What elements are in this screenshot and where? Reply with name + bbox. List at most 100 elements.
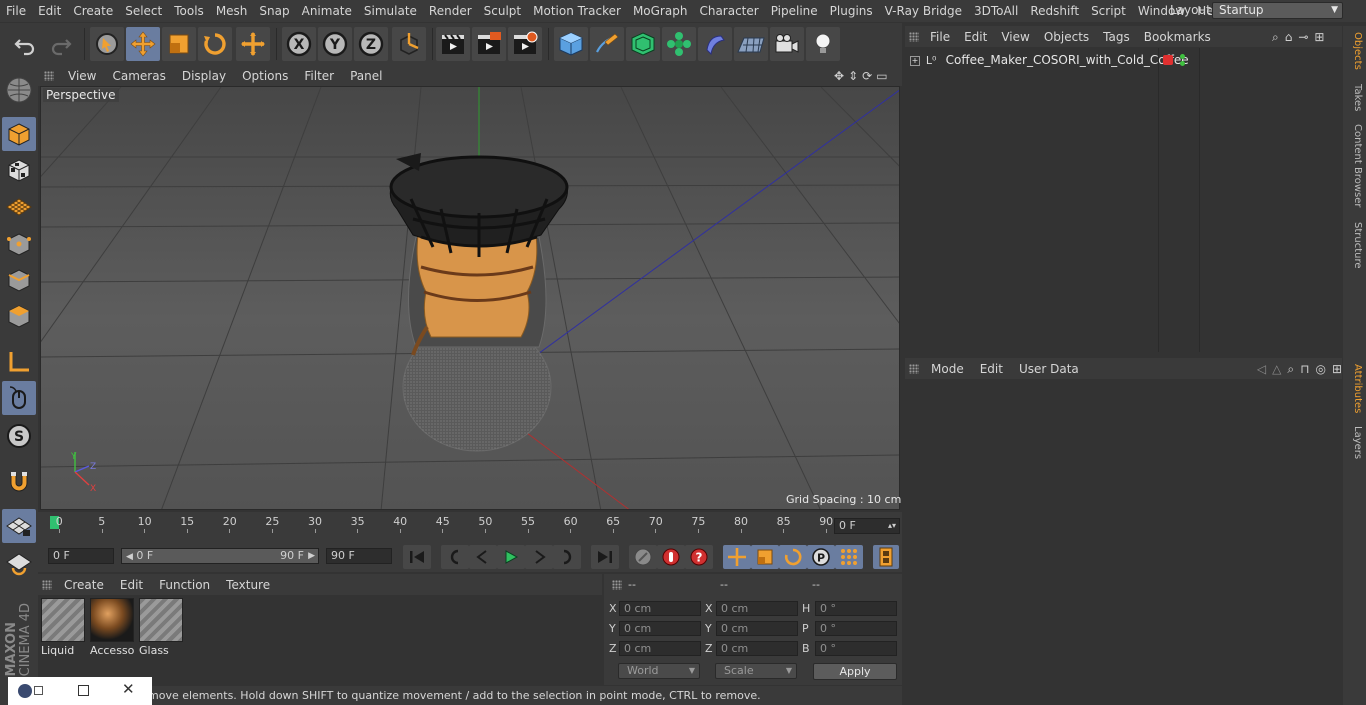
size-x-field[interactable]: 0 cm bbox=[716, 601, 798, 616]
key-pla-button[interactable] bbox=[835, 545, 863, 569]
viewport-menu-filter[interactable]: Filter bbox=[296, 69, 342, 83]
menu-mograph[interactable]: MoGraph bbox=[627, 0, 694, 22]
camera-button[interactable] bbox=[770, 27, 804, 61]
dolly-icon[interactable]: ⇕ bbox=[848, 69, 858, 83]
viewport-menu-panel[interactable]: Panel bbox=[342, 69, 390, 83]
cube-object-button[interactable] bbox=[554, 27, 588, 61]
pan-icon[interactable]: ✥ bbox=[834, 69, 844, 83]
next-keyframe-button[interactable] bbox=[553, 545, 581, 569]
key-parameter-button[interactable]: P bbox=[807, 545, 835, 569]
axis-x-button[interactable]: X bbox=[282, 27, 316, 61]
live-selection-button[interactable] bbox=[90, 27, 124, 61]
workplane-mode-button[interactable] bbox=[2, 189, 36, 223]
editor-visibility-dot[interactable] bbox=[1180, 54, 1185, 59]
points-mode-button[interactable] bbox=[2, 227, 36, 261]
goto-end-button[interactable] bbox=[591, 545, 619, 569]
make-editable-button[interactable] bbox=[2, 73, 36, 107]
rotation-h-field[interactable]: 0 ° bbox=[815, 601, 897, 616]
menu-vray-bridge[interactable]: V-Ray Bridge bbox=[879, 0, 968, 22]
tab-layers[interactable]: Layers bbox=[1346, 426, 1363, 459]
objects-menu-file[interactable]: File bbox=[923, 30, 957, 44]
menu-render[interactable]: Render bbox=[423, 0, 478, 22]
polygons-mode-button[interactable] bbox=[2, 299, 36, 333]
attributes-menu-edit[interactable]: Edit bbox=[972, 362, 1011, 376]
tab-content-browser[interactable]: Content Browser bbox=[1346, 124, 1363, 207]
axis-y-button[interactable]: Y bbox=[318, 27, 352, 61]
floor-button[interactable] bbox=[734, 27, 768, 61]
texture-mode-button[interactable] bbox=[2, 153, 36, 187]
play-button[interactable] bbox=[497, 545, 525, 569]
objects-menu-bookmarks[interactable]: Bookmarks bbox=[1137, 30, 1218, 44]
model-mode-button[interactable] bbox=[2, 117, 36, 151]
coordinate-system-button[interactable] bbox=[392, 27, 426, 61]
drag-grip-icon[interactable] bbox=[905, 364, 923, 374]
rotate-tool-button[interactable] bbox=[198, 27, 232, 61]
viewport-menu-cameras[interactable]: Cameras bbox=[104, 69, 173, 83]
autokeying-button[interactable] bbox=[657, 545, 685, 569]
size-y-field[interactable]: 0 cm bbox=[716, 621, 798, 636]
render-to-picture-viewer-button[interactable] bbox=[472, 27, 506, 61]
frame-range-slider[interactable]: ◀ 0 F 90 F ▶ bbox=[121, 548, 319, 564]
subdivision-surface-button[interactable] bbox=[626, 27, 660, 61]
attributes-menu-user-data[interactable]: User Data bbox=[1011, 362, 1087, 376]
light-button[interactable] bbox=[806, 27, 840, 61]
objects-menu-edit[interactable]: Edit bbox=[957, 30, 994, 44]
link-icon[interactable]: ⊸ bbox=[1298, 30, 1308, 44]
previous-frame-button[interactable] bbox=[469, 545, 497, 569]
objects-menu-tags[interactable]: Tags bbox=[1096, 30, 1137, 44]
maximize-icon[interactable] bbox=[78, 685, 89, 696]
previous-keyframe-button[interactable] bbox=[441, 545, 469, 569]
tab-takes[interactable]: Takes bbox=[1346, 84, 1363, 111]
deformer-button[interactable] bbox=[698, 27, 732, 61]
tab-structure[interactable]: Structure bbox=[1346, 222, 1363, 269]
attributes-menu-mode[interactable]: Mode bbox=[923, 362, 972, 376]
position-y-field[interactable]: 0 cm bbox=[619, 621, 701, 636]
cloner-button[interactable] bbox=[662, 27, 696, 61]
apply-button[interactable]: Apply bbox=[813, 663, 897, 680]
keyframe-selection-button[interactable]: ? bbox=[685, 545, 713, 569]
menu-mesh[interactable]: Mesh bbox=[210, 0, 254, 22]
menu-3dtoall[interactable]: 3DToAll bbox=[968, 0, 1024, 22]
record-active-objects-button[interactable] bbox=[629, 545, 657, 569]
objects-menu-view[interactable]: View bbox=[994, 30, 1036, 44]
viewport-menu-display[interactable]: Display bbox=[174, 69, 234, 83]
menu-edit[interactable]: Edit bbox=[32, 0, 67, 22]
material-item-liquid[interactable]: Liquid bbox=[41, 598, 87, 657]
menu-file[interactable]: File bbox=[0, 0, 32, 22]
goto-start-button[interactable] bbox=[403, 545, 431, 569]
material-item-accesso[interactable]: Accesso bbox=[90, 598, 136, 657]
drag-grip-icon[interactable] bbox=[38, 580, 56, 590]
back-arrow-icon[interactable]: ◁ bbox=[1257, 362, 1266, 376]
object-row[interactable]: + L⁰ Coffee_Maker_COSORI_with_Cold_Coffe… bbox=[910, 53, 1189, 67]
menu-motion-tracker[interactable]: Motion Tracker bbox=[527, 0, 627, 22]
target-icon[interactable]: ◎ bbox=[1315, 362, 1325, 376]
menu-redshift[interactable]: Redshift bbox=[1024, 0, 1085, 22]
transform-tool-button[interactable] bbox=[236, 27, 270, 61]
timeline-window-button[interactable] bbox=[873, 545, 899, 569]
objects-menu-objects[interactable]: Objects bbox=[1037, 30, 1096, 44]
new-window-icon[interactable]: ⊞ bbox=[1332, 362, 1342, 376]
drag-grip-icon[interactable] bbox=[38, 65, 60, 86]
material-menu-create[interactable]: Create bbox=[56, 578, 112, 592]
expand-icon[interactable]: + bbox=[910, 55, 920, 66]
end-frame-field[interactable]: 90 F bbox=[326, 548, 392, 564]
material-menu-function[interactable]: Function bbox=[151, 578, 218, 592]
edges-mode-button[interactable] bbox=[2, 263, 36, 297]
tab-objects[interactable]: Objects bbox=[1346, 32, 1363, 70]
perspective-viewport[interactable]: Y Z X bbox=[40, 86, 900, 510]
tweak-mode-button[interactable] bbox=[2, 381, 36, 415]
rotation-p-field[interactable]: 0 ° bbox=[815, 621, 897, 636]
search-icon[interactable]: ⌕ bbox=[1272, 30, 1279, 45]
new-window-icon[interactable]: ⊞ bbox=[1314, 30, 1324, 44]
menu-plugins[interactable]: Plugins bbox=[824, 0, 879, 22]
size-z-field[interactable]: 0 cm bbox=[716, 641, 798, 656]
orbit-icon[interactable]: ⟳ bbox=[862, 69, 872, 83]
tab-attributes[interactable]: Attributes bbox=[1346, 364, 1363, 413]
material-item-glass[interactable]: Glass bbox=[139, 598, 185, 657]
axis-z-button[interactable]: Z bbox=[354, 27, 388, 61]
render-visibility-dot[interactable] bbox=[1180, 61, 1185, 66]
menu-sculpt[interactable]: Sculpt bbox=[478, 0, 527, 22]
material-menu-edit[interactable]: Edit bbox=[112, 578, 151, 592]
coordinate-mode-dropdown[interactable]: World ▼ bbox=[618, 663, 700, 679]
menu-pipeline[interactable]: Pipeline bbox=[765, 0, 824, 22]
